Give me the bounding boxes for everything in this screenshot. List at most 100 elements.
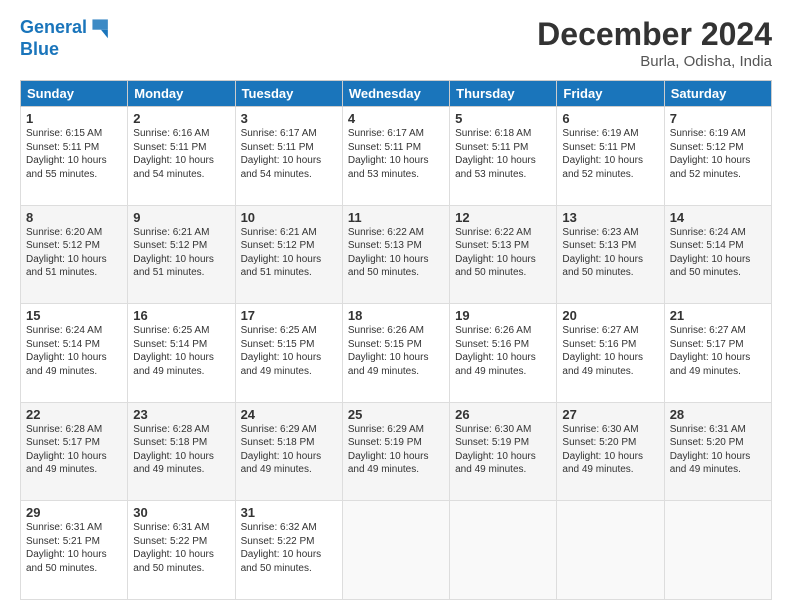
day-number: 15 [26,308,122,323]
calendar-day-cell: 12Sunrise: 6:22 AM Sunset: 5:13 PM Dayli… [450,205,557,304]
day-info: Sunrise: 6:31 AM Sunset: 5:20 PM Dayligh… [670,423,766,477]
day-info: Sunrise: 6:26 AM Sunset: 5:15 PM Dayligh… [348,324,444,378]
day-info: Sunrise: 6:30 AM Sunset: 5:19 PM Dayligh… [455,423,551,477]
day-info: Sunrise: 6:19 AM Sunset: 5:11 PM Dayligh… [562,127,658,181]
day-number: 29 [26,505,122,520]
day-number: 22 [26,407,122,422]
day-number: 20 [562,308,658,323]
weekday-header-cell: Friday [557,81,664,107]
day-number: 7 [670,111,766,126]
day-info: Sunrise: 6:19 AM Sunset: 5:12 PM Dayligh… [670,127,766,181]
location: Burla, Odisha, India [537,53,772,70]
day-info: Sunrise: 6:29 AM Sunset: 5:18 PM Dayligh… [241,423,337,477]
weekday-header-cell: Sunday [21,81,128,107]
calendar-day-cell: 16Sunrise: 6:25 AM Sunset: 5:14 PM Dayli… [128,304,235,403]
weekday-header: SundayMondayTuesdayWednesdayThursdayFrid… [21,81,772,107]
weekday-header-cell: Tuesday [235,81,342,107]
day-number: 17 [241,308,337,323]
day-number: 8 [26,210,122,225]
calendar-day-cell: 7Sunrise: 6:19 AM Sunset: 5:12 PM Daylig… [664,107,771,206]
day-number: 4 [348,111,444,126]
calendar-day-cell: 24Sunrise: 6:29 AM Sunset: 5:18 PM Dayli… [235,402,342,501]
day-info: Sunrise: 6:16 AM Sunset: 5:11 PM Dayligh… [133,127,229,181]
day-info: Sunrise: 6:30 AM Sunset: 5:20 PM Dayligh… [562,423,658,477]
weekday-header-cell: Thursday [450,81,557,107]
day-number: 16 [133,308,229,323]
calendar-week-row: 8Sunrise: 6:20 AM Sunset: 5:12 PM Daylig… [21,205,772,304]
calendar-day-cell: 31Sunrise: 6:32 AM Sunset: 5:22 PM Dayli… [235,501,342,600]
calendar-day-cell: 23Sunrise: 6:28 AM Sunset: 5:18 PM Dayli… [128,402,235,501]
calendar-day-cell: 27Sunrise: 6:30 AM Sunset: 5:20 PM Dayli… [557,402,664,501]
day-info: Sunrise: 6:24 AM Sunset: 5:14 PM Dayligh… [670,226,766,280]
calendar-day-cell: 1Sunrise: 6:15 AM Sunset: 5:11 PM Daylig… [21,107,128,206]
day-number: 26 [455,407,551,422]
day-info: Sunrise: 6:18 AM Sunset: 5:11 PM Dayligh… [455,127,551,181]
day-info: Sunrise: 6:22 AM Sunset: 5:13 PM Dayligh… [455,226,551,280]
month-title: December 2024 [537,16,772,53]
day-number: 24 [241,407,337,422]
day-info: Sunrise: 6:25 AM Sunset: 5:15 PM Dayligh… [241,324,337,378]
day-info: Sunrise: 6:25 AM Sunset: 5:14 PM Dayligh… [133,324,229,378]
title-block: December 2024 Burla, Odisha, India [537,16,772,70]
day-info: Sunrise: 6:22 AM Sunset: 5:13 PM Dayligh… [348,226,444,280]
day-info: Sunrise: 6:23 AM Sunset: 5:13 PM Dayligh… [562,226,658,280]
day-info: Sunrise: 6:27 AM Sunset: 5:16 PM Dayligh… [562,324,658,378]
day-info: Sunrise: 6:17 AM Sunset: 5:11 PM Dayligh… [348,127,444,181]
day-number: 19 [455,308,551,323]
calendar-day-cell: 3Sunrise: 6:17 AM Sunset: 5:11 PM Daylig… [235,107,342,206]
calendar-day-cell: 13Sunrise: 6:23 AM Sunset: 5:13 PM Dayli… [557,205,664,304]
day-info: Sunrise: 6:15 AM Sunset: 5:11 PM Dayligh… [26,127,122,181]
calendar-day-cell [557,501,664,600]
calendar-day-cell [342,501,449,600]
calendar-day-cell: 19Sunrise: 6:26 AM Sunset: 5:16 PM Dayli… [450,304,557,403]
calendar-day-cell: 22Sunrise: 6:28 AM Sunset: 5:17 PM Dayli… [21,402,128,501]
day-number: 23 [133,407,229,422]
weekday-header-cell: Monday [128,81,235,107]
day-number: 3 [241,111,337,126]
day-number: 12 [455,210,551,225]
day-number: 14 [670,210,766,225]
calendar-day-cell: 25Sunrise: 6:29 AM Sunset: 5:19 PM Dayli… [342,402,449,501]
calendar-week-row: 1Sunrise: 6:15 AM Sunset: 5:11 PM Daylig… [21,107,772,206]
day-number: 10 [241,210,337,225]
calendar-week-row: 29Sunrise: 6:31 AM Sunset: 5:21 PM Dayli… [21,501,772,600]
day-number: 13 [562,210,658,225]
day-info: Sunrise: 6:21 AM Sunset: 5:12 PM Dayligh… [241,226,337,280]
calendar: SundayMondayTuesdayWednesdayThursdayFrid… [20,80,772,600]
day-number: 5 [455,111,551,126]
day-info: Sunrise: 6:28 AM Sunset: 5:17 PM Dayligh… [26,423,122,477]
calendar-day-cell: 14Sunrise: 6:24 AM Sunset: 5:14 PM Dayli… [664,205,771,304]
calendar-day-cell: 10Sunrise: 6:21 AM Sunset: 5:12 PM Dayli… [235,205,342,304]
calendar-day-cell: 4Sunrise: 6:17 AM Sunset: 5:11 PM Daylig… [342,107,449,206]
calendar-day-cell: 26Sunrise: 6:30 AM Sunset: 5:19 PM Dayli… [450,402,557,501]
calendar-day-cell [664,501,771,600]
day-info: Sunrise: 6:29 AM Sunset: 5:19 PM Dayligh… [348,423,444,477]
day-info: Sunrise: 6:27 AM Sunset: 5:17 PM Dayligh… [670,324,766,378]
day-number: 28 [670,407,766,422]
day-number: 6 [562,111,658,126]
calendar-day-cell: 30Sunrise: 6:31 AM Sunset: 5:22 PM Dayli… [128,501,235,600]
day-info: Sunrise: 6:32 AM Sunset: 5:22 PM Dayligh… [241,521,337,575]
calendar-day-cell: 17Sunrise: 6:25 AM Sunset: 5:15 PM Dayli… [235,304,342,403]
weekday-header-cell: Wednesday [342,81,449,107]
day-number: 2 [133,111,229,126]
day-info: Sunrise: 6:26 AM Sunset: 5:16 PM Dayligh… [455,324,551,378]
calendar-day-cell: 2Sunrise: 6:16 AM Sunset: 5:11 PM Daylig… [128,107,235,206]
page: General Blue December 2024 Burla, Odisha… [0,0,792,612]
calendar-day-cell: 11Sunrise: 6:22 AM Sunset: 5:13 PM Dayli… [342,205,449,304]
day-number: 1 [26,111,122,126]
header: General Blue December 2024 Burla, Odisha… [20,16,772,70]
calendar-day-cell: 18Sunrise: 6:26 AM Sunset: 5:15 PM Dayli… [342,304,449,403]
logo-text-blue: Blue [20,40,113,60]
day-number: 18 [348,308,444,323]
calendar-day-cell: 5Sunrise: 6:18 AM Sunset: 5:11 PM Daylig… [450,107,557,206]
calendar-body: 1Sunrise: 6:15 AM Sunset: 5:11 PM Daylig… [21,107,772,600]
day-info: Sunrise: 6:28 AM Sunset: 5:18 PM Dayligh… [133,423,229,477]
day-number: 21 [670,308,766,323]
day-info: Sunrise: 6:31 AM Sunset: 5:21 PM Dayligh… [26,521,122,575]
calendar-day-cell: 29Sunrise: 6:31 AM Sunset: 5:21 PM Dayli… [21,501,128,600]
day-info: Sunrise: 6:24 AM Sunset: 5:14 PM Dayligh… [26,324,122,378]
day-number: 9 [133,210,229,225]
day-number: 30 [133,505,229,520]
logo-text: General [20,18,87,38]
